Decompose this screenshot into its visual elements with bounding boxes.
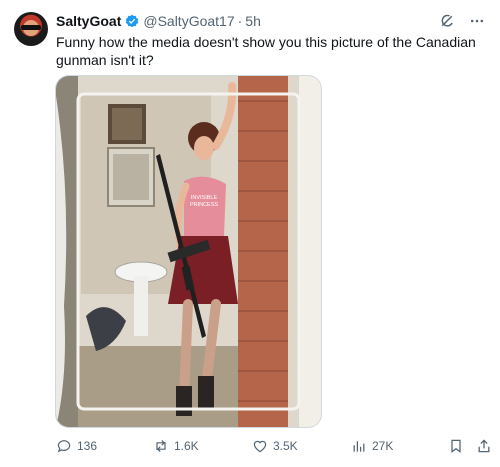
bookmark-icon [451, 439, 461, 453]
tweet-photo[interactable]: INVISIBLE PRINCESS [55, 75, 322, 428]
share-icon [478, 439, 490, 453]
grok-icon[interactable] [438, 12, 456, 30]
views-button[interactable]: 27K [351, 438, 393, 454]
share-button[interactable] [476, 438, 492, 454]
avatar[interactable] [14, 12, 48, 46]
bookmark-button[interactable] [448, 438, 464, 454]
more-icon[interactable] [468, 12, 486, 30]
reply-button[interactable]: 136 [56, 438, 97, 454]
retweet-icon [156, 439, 166, 453]
tweet-text: Funny how the media doesn't show you thi… [56, 34, 476, 68]
shirt-text-line2: PRINCESS [190, 202, 218, 208]
reply-count: 136 [77, 439, 98, 453]
author-name[interactable]: SaltyGoat [56, 13, 121, 29]
retweet-button[interactable]: 1.6K [153, 438, 199, 454]
separator-dot: · [237, 13, 243, 29]
like-count: 3.5K [273, 439, 298, 453]
avatar-sunglasses [21, 25, 41, 30]
verified-badge-icon [125, 14, 139, 28]
retweet-count: 1.6K [174, 439, 199, 453]
tweet-header: SaltyGoat @SaltyGoat17 · 5h [56, 12, 261, 30]
views-icon [353, 441, 365, 452]
author-handle[interactable]: @SaltyGoat17 [143, 13, 234, 29]
views-count: 27K [372, 439, 394, 453]
like-button[interactable]: 3.5K [252, 438, 298, 454]
action-bar: 136 1.6K 3.5K 27K [52, 436, 492, 456]
shirt-text-line1: INVISIBLE [191, 195, 218, 201]
post-time[interactable]: 5h [245, 13, 261, 29]
top-actions [438, 12, 486, 30]
like-icon [253, 440, 267, 453]
reply-icon [57, 440, 71, 453]
